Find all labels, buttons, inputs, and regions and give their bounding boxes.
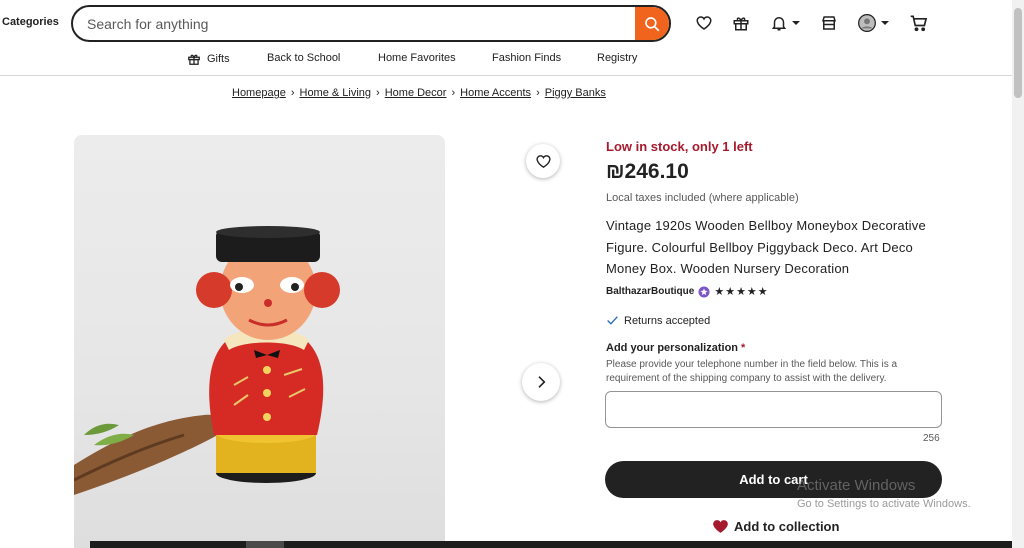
price: ₪246.10 [606, 160, 689, 183]
bell-icon [771, 17, 787, 31]
breadcrumb-piggy-banks[interactable]: Piggy Banks [545, 87, 606, 99]
breadcrumb-homepage[interactable]: Homepage [232, 87, 286, 99]
heart-icon [535, 154, 551, 168]
returns-label: Returns accepted [624, 314, 711, 327]
avatar [858, 14, 876, 32]
star-seller-badge-icon [698, 286, 710, 297]
nav-fashion-finds[interactable]: Fashion Finds [492, 52, 561, 64]
breadcrumb-home-accents[interactable]: Home Accents [460, 87, 531, 99]
shop-icon [821, 16, 837, 30]
shop-manager-button[interactable] [820, 12, 838, 34]
rating-stars[interactable]: ★★★★★ [714, 285, 768, 298]
nav-gifts-label: Gifts [207, 53, 230, 65]
chevron-right-icon: › [451, 87, 456, 99]
nav-home-favorites[interactable]: Home Favorites [378, 52, 456, 64]
stock-message: Low in stock, only 1 left [606, 139, 753, 154]
gift-icon [733, 17, 749, 31]
activate-windows-subtitle: Go to Settings to activate Windows. [797, 498, 971, 510]
taskbar-item[interactable] [246, 541, 284, 548]
categories-button[interactable]: Categories [2, 16, 59, 28]
personalization-help: Please provide your telephone number in … [606, 359, 898, 384]
scrollbar-thumb[interactable] [1014, 8, 1022, 98]
cart-icon [910, 15, 928, 32]
next-image-button[interactable] [522, 363, 560, 401]
add-to-collection-label: Add to collection [734, 519, 840, 534]
heart-filled-icon [713, 520, 728, 533]
chevron-right-icon: › [290, 87, 295, 99]
character-counter: 256 [923, 433, 940, 444]
personalization-input[interactable] [605, 391, 942, 428]
activate-windows-title: Activate Windows [797, 477, 916, 494]
heart-icon [696, 16, 712, 30]
chevron-right-icon: › [376, 87, 380, 99]
add-to-collection-button[interactable]: Add to collection [712, 518, 839, 535]
checkmark-icon [607, 316, 618, 325]
breadcrumb-home-living[interactable]: Home & Living [300, 87, 372, 99]
shop-name-link[interactable]: BalthazarBoutique [606, 286, 694, 297]
chevron-right-icon [538, 376, 546, 388]
bellboy-moneybox-photo [74, 226, 340, 495]
breadcrumb: Homepage › Home & Living › Home Decor › … [232, 87, 606, 99]
search-input[interactable] [73, 7, 635, 40]
personalization-label-text: Add your personalization [606, 342, 739, 354]
returns-info: Returns accepted [606, 314, 710, 327]
favorites-button[interactable] [695, 12, 713, 34]
gift-mode-button[interactable] [732, 12, 750, 34]
account-button[interactable] [857, 12, 890, 34]
chevron-down-icon [881, 21, 889, 25]
listing-title: Vintage 1920s Wooden Bellboy Moneybox De… [606, 218, 926, 276]
site-header: Categories Gifts Back to School Home Fav… [0, 0, 1012, 76]
nav-back-to-school[interactable]: Back to School [267, 52, 340, 64]
product-image[interactable] [74, 135, 445, 548]
taskbar [90, 541, 1012, 548]
breadcrumb-home-decor[interactable]: Home Decor [385, 87, 447, 99]
page-scrollbar[interactable] [1012, 0, 1024, 548]
chevron-down-icon [792, 21, 800, 25]
required-mark: * [741, 342, 746, 354]
cart-button[interactable] [909, 12, 929, 34]
gift-icon [188, 54, 200, 65]
nav-gifts[interactable]: Gifts [187, 52, 230, 66]
shop-info: BalthazarBoutique ★★★★★ [606, 285, 769, 298]
favorite-item-button[interactable] [526, 144, 560, 178]
search-icon [645, 16, 660, 31]
chevron-right-icon: › [536, 87, 540, 99]
personalization-label: Add your personalization * [606, 342, 745, 354]
search-button[interactable] [635, 7, 669, 40]
notifications-button[interactable] [770, 12, 801, 34]
search-bar [71, 5, 671, 42]
tax-note: Local taxes included (where applicable) [606, 192, 799, 204]
nav-registry[interactable]: Registry [597, 52, 637, 64]
